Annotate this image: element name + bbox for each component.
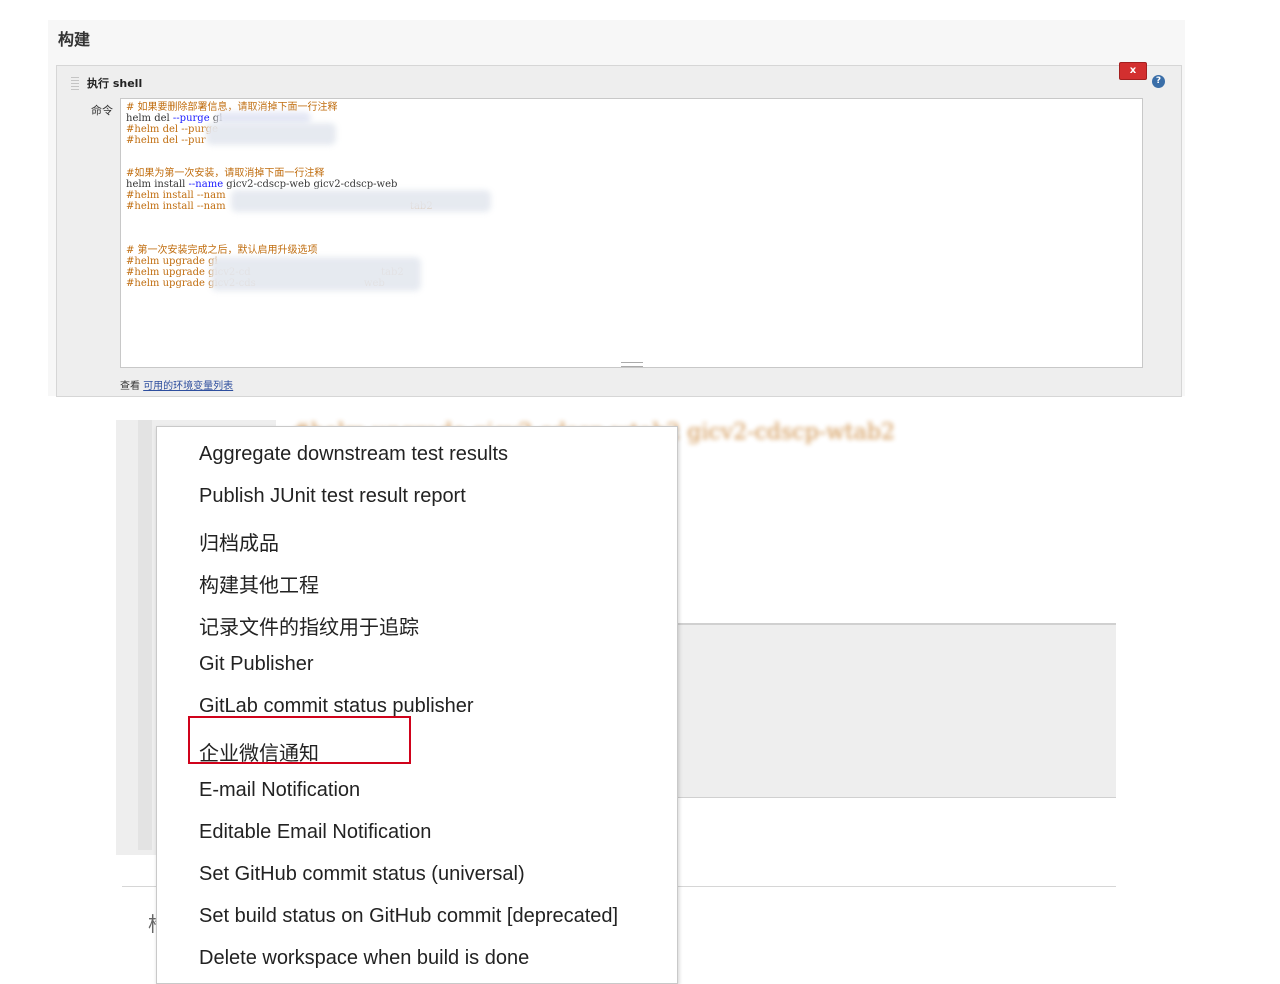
highlight-box <box>188 716 411 764</box>
command-line <box>126 157 433 168</box>
menu-item-publish-junit[interactable]: Publish JUnit test result report <box>199 485 466 508</box>
menu-item-editable-email[interactable]: Editable Email Notification <box>199 821 431 844</box>
post-build-action-menu: Aggregate downstream test results Publis… <box>156 426 678 984</box>
menu-item-delete-workspace[interactable]: Delete workspace when build is done <box>199 947 529 970</box>
menu-item-github-status-deprecated[interactable]: Set build status on GitHub commit [depre… <box>199 905 618 928</box>
command-keyword: --purge <box>172 113 210 124</box>
help-icon[interactable]: ? <box>1152 75 1165 88</box>
command-line: # 第一次安装完成之后，默认启用升级选项 <box>126 245 318 256</box>
command-keyword: --name <box>188 179 224 190</box>
command-text: helm install <box>126 179 189 190</box>
menu-item-git-publisher[interactable]: Git Publisher <box>199 653 314 676</box>
menu-item-build-other-projects[interactable]: 构建其他工程 <box>199 569 319 598</box>
background-panel-right <box>676 623 1116 798</box>
command-text: helm del <box>126 113 173 124</box>
delete-step-button[interactable]: x <box>1119 62 1147 80</box>
command-textarea[interactable]: # 如果要删除部署信息，请取消掉下面一行注释helm del --purge g… <box>120 98 1143 368</box>
redaction-blur <box>206 123 336 145</box>
build-step-title: 执行 shell <box>87 77 143 90</box>
env-prefix: 查看 <box>120 381 140 392</box>
menu-item-fingerprint[interactable]: 记录文件的指纹用于追踪 <box>199 611 419 640</box>
command-line <box>126 212 433 223</box>
command-line <box>126 234 433 245</box>
command-line: #如果为第一次安装，请取消掉下面一行注释 <box>126 168 325 179</box>
command-line: helm install --name gicv2-cdscp-web gicv… <box>126 179 433 190</box>
env-variables-hint: 查看 可用的环境变量列表 <box>120 377 233 392</box>
section-title: 构建 <box>58 30 91 49</box>
resize-grip-icon[interactable] <box>621 362 643 367</box>
command-text: gicv2-cdscp-web gicv2-cdscp-web <box>223 179 398 190</box>
menu-item-archive-artifacts[interactable]: 归档成品 <box>199 527 279 556</box>
command-label: 命令 <box>91 104 113 117</box>
command-line <box>126 146 433 157</box>
background-strip <box>138 420 152 850</box>
redaction-blur <box>231 190 491 212</box>
post-build-action-screenshot: #helm upgrade gicv2-cdscp-wtab2 gicv2-cd… <box>116 420 1116 984</box>
menu-item-github-status-universal[interactable]: Set GitHub commit status (universal) <box>199 863 525 886</box>
menu-item-email-notification[interactable]: E-mail Notification <box>199 779 360 802</box>
menu-item-aggregate-test-results[interactable]: Aggregate downstream test results <box>199 443 508 466</box>
build-config-screenshot: 构建 执行 shell x ? 命令 # 如果要删除部署信息，请取消掉下面一行注… <box>48 20 1185 397</box>
redaction-blur <box>211 257 421 291</box>
menu-item-gitlab-status[interactable]: GitLab commit status publisher <box>199 695 474 718</box>
command-line <box>126 223 433 234</box>
build-step-panel: 执行 shell x ? 命令 # 如果要删除部署信息，请取消掉下面一行注释 he… <box>56 62 1182 397</box>
env-variables-link[interactable]: 可用的环境变量列表 <box>143 381 233 392</box>
drag-handle-icon[interactable] <box>71 76 79 90</box>
